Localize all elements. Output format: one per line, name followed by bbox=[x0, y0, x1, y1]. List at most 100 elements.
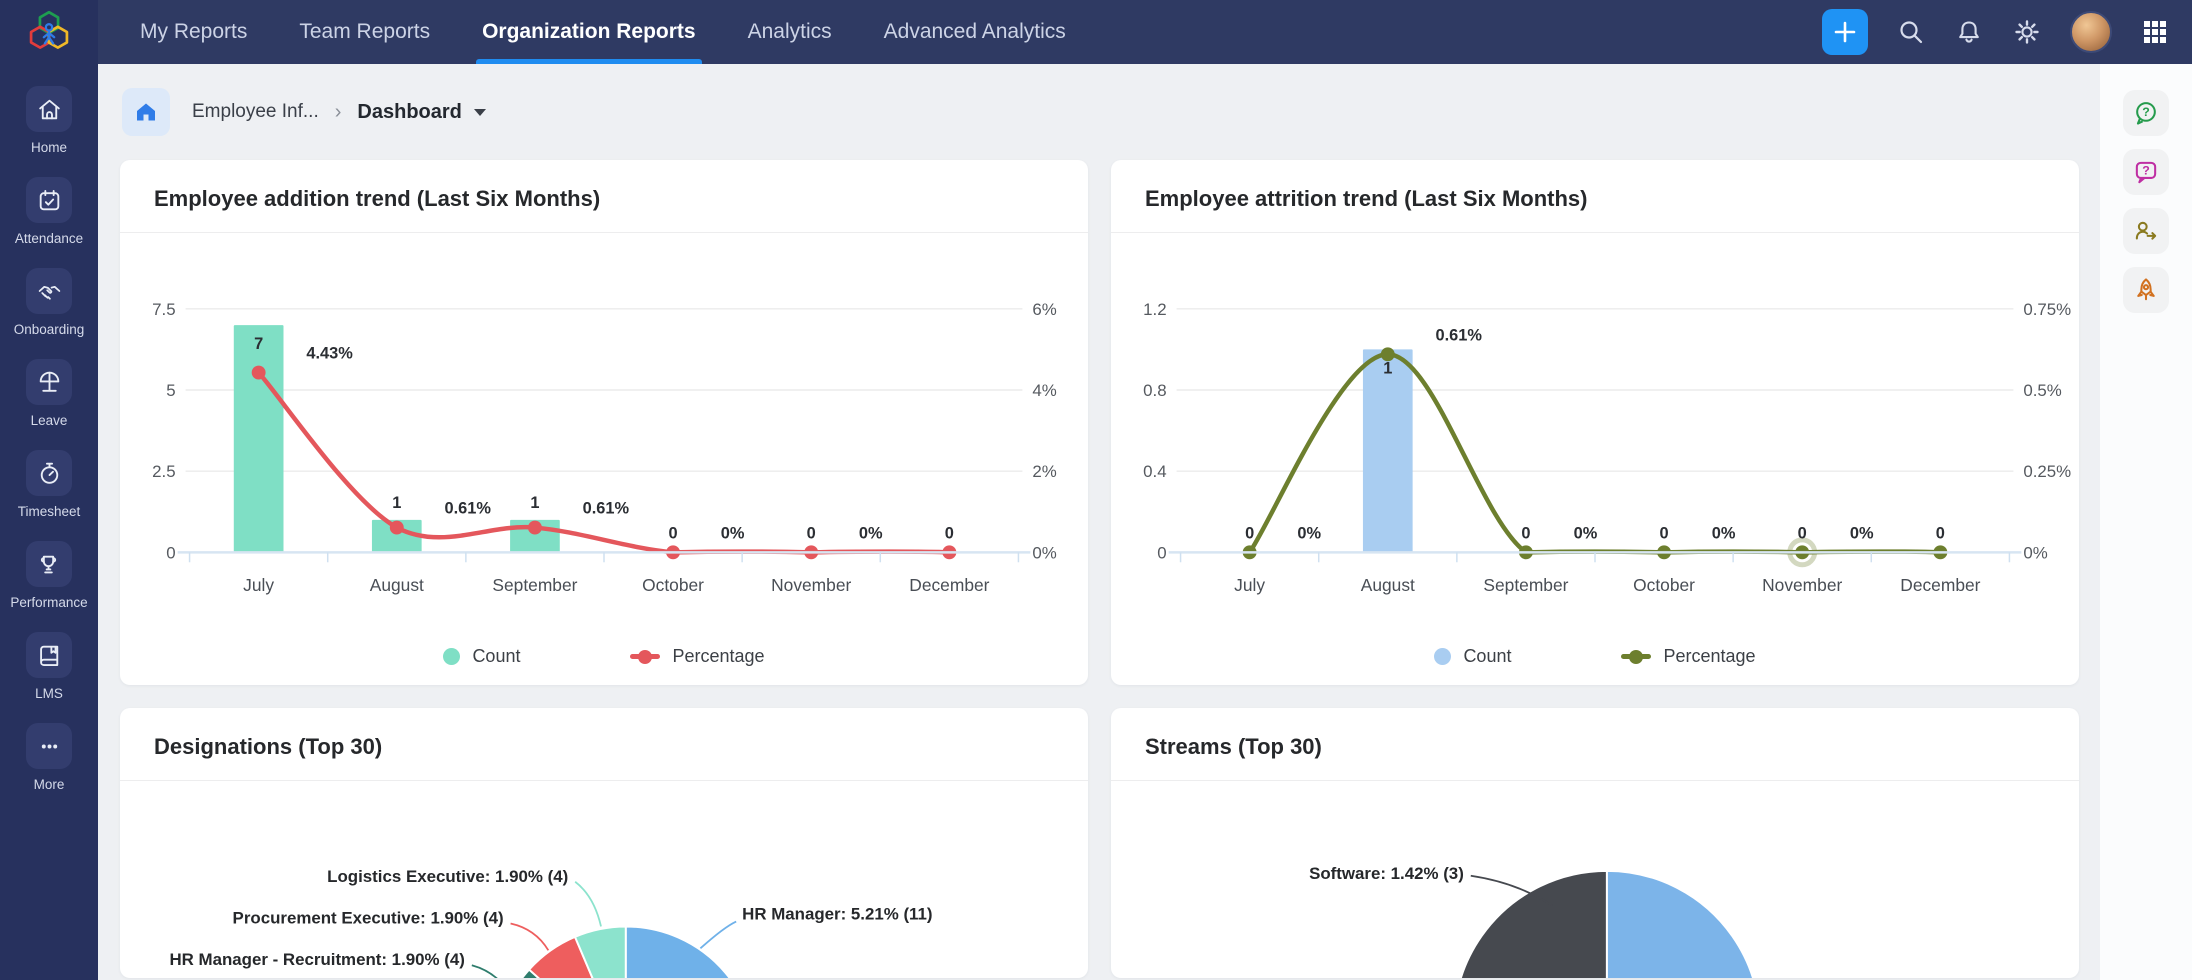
employee-attrition-chart[interactable]: 1.20.75%0.80.5%0.40.25%00%0100000%0.61%0… bbox=[1111, 260, 2079, 630]
divider bbox=[1111, 232, 2079, 233]
top-navbar: My Reports Team Reports Organization Rep… bbox=[0, 0, 2192, 64]
faq-button[interactable]: ? bbox=[2123, 149, 2169, 195]
svg-text:0.61%: 0.61% bbox=[444, 500, 491, 518]
svg-text:0%: 0% bbox=[721, 524, 745, 542]
search-button[interactable] bbox=[1896, 17, 1926, 47]
percentage-legend-swatch bbox=[630, 654, 660, 659]
svg-text:0.61%: 0.61% bbox=[583, 500, 630, 518]
referral-button[interactable] bbox=[2123, 208, 2169, 254]
svg-text:0%: 0% bbox=[1574, 524, 1598, 542]
pie-leader-line bbox=[472, 965, 511, 978]
designations-pie-chart[interactable]: HR Manager: 5.21% (11) Logistics Executiv… bbox=[120, 708, 1088, 978]
card-employee-attrition-trend: Employee attrition trend (Last Six Month… bbox=[1111, 160, 2079, 685]
svg-text:0.4: 0.4 bbox=[1143, 462, 1166, 481]
svg-text:4%: 4% bbox=[1032, 381, 1056, 400]
svg-text:6%: 6% bbox=[1032, 300, 1056, 319]
svg-text:2.5: 2.5 bbox=[152, 462, 175, 481]
line-marker-September[interactable] bbox=[528, 521, 542, 535]
svg-text:December: December bbox=[1900, 575, 1980, 595]
sidebar-item-more[interactable]: More bbox=[26, 723, 72, 792]
line-marker-August[interactable] bbox=[390, 521, 404, 535]
chart-legend: Count Percentage bbox=[120, 646, 1088, 667]
apps-launcher-button[interactable] bbox=[2140, 17, 2170, 47]
legend-count[interactable]: Count bbox=[443, 646, 520, 667]
chart-legend: Count Percentage bbox=[1111, 646, 2079, 667]
search-icon bbox=[1897, 18, 1925, 46]
ellipsis-icon bbox=[36, 733, 63, 760]
percentage-line bbox=[1250, 354, 1941, 552]
streams-pie-chart[interactable]: Software: 1.42% (3) bbox=[1111, 708, 2079, 978]
breadcrumb-module[interactable]: Employee Inf... bbox=[192, 101, 319, 123]
add-button[interactable] bbox=[1822, 9, 1868, 55]
count-legend-swatch bbox=[443, 648, 460, 665]
sidebar-label-attendance: Attendance bbox=[15, 231, 83, 246]
referral-icon bbox=[2132, 217, 2160, 245]
pie-label-Procurement Executive: Procurement Executive: 1.90% (4) bbox=[233, 909, 504, 928]
sidebar-label-performance: Performance bbox=[10, 595, 87, 610]
handshake-icon bbox=[36, 278, 63, 305]
card-designations: Designations (Top 30) HR Manager: 5.21% … bbox=[120, 708, 1088, 978]
sidebar-item-timesheet[interactable]: Timesheet bbox=[18, 450, 81, 519]
svg-text:0%: 0% bbox=[859, 524, 883, 542]
tab-team-reports[interactable]: Team Reports bbox=[299, 0, 430, 64]
legend-percentage[interactable]: Percentage bbox=[1621, 646, 1755, 667]
pie-label-HR Manager: HR Manager: 5.21% (11) bbox=[742, 905, 932, 924]
breadcrumb-home-button[interactable] bbox=[122, 88, 170, 136]
tab-analytics[interactable]: Analytics bbox=[748, 0, 832, 64]
legend-percentage-label: Percentage bbox=[672, 646, 764, 667]
sidebar-label-onboarding: Onboarding bbox=[14, 322, 85, 337]
svg-text:October: October bbox=[642, 575, 704, 595]
chevron-down-icon[interactable] bbox=[474, 109, 486, 116]
breadcrumb-page-dropdown[interactable]: Dashboard bbox=[357, 101, 461, 124]
home-icon bbox=[36, 96, 63, 123]
gear-icon bbox=[2013, 18, 2041, 46]
notifications-button[interactable] bbox=[1954, 17, 1984, 47]
svg-text:August: August bbox=[1361, 575, 1415, 595]
bar-July[interactable] bbox=[234, 325, 284, 552]
bar-August[interactable] bbox=[1363, 349, 1413, 552]
svg-text:0%: 0% bbox=[2023, 543, 2047, 562]
sidebar-item-home[interactable]: Home bbox=[26, 86, 72, 155]
pie-label-HR Manager - Recruitment: HR Manager - Recruitment: 1.90% (4) bbox=[169, 950, 464, 969]
svg-text:7: 7 bbox=[254, 335, 263, 353]
tab-my-reports[interactable]: My Reports bbox=[140, 0, 247, 64]
line-marker-July[interactable] bbox=[252, 366, 266, 380]
whats-new-button[interactable] bbox=[2123, 267, 2169, 313]
sidebar-item-lms[interactable]: LMS bbox=[26, 632, 72, 701]
svg-text:0.5%: 0.5% bbox=[2023, 381, 2061, 400]
tab-advanced-analytics[interactable]: Advanced Analytics bbox=[884, 0, 1066, 64]
pie-slice-unlabeled[interactable] bbox=[1607, 871, 1760, 978]
svg-text:0: 0 bbox=[669, 524, 678, 542]
svg-text:December: December bbox=[909, 575, 989, 595]
pie-slice-HR Manager[interactable] bbox=[626, 926, 756, 978]
legend-count[interactable]: Count bbox=[1434, 646, 1511, 667]
svg-text:1: 1 bbox=[392, 494, 401, 512]
app-logo[interactable] bbox=[0, 0, 98, 64]
svg-text:0: 0 bbox=[1936, 524, 1945, 542]
svg-text:?: ? bbox=[2142, 164, 2150, 178]
sidebar-item-leave[interactable]: Leave bbox=[26, 359, 72, 428]
tab-organization-reports[interactable]: Organization Reports bbox=[482, 0, 696, 64]
sidebar-label-more: More bbox=[34, 777, 65, 792]
svg-text:1.2: 1.2 bbox=[1143, 300, 1166, 319]
pie-slice-Software[interactable] bbox=[1454, 871, 1607, 978]
legend-percentage[interactable]: Percentage bbox=[630, 646, 764, 667]
employee-addition-chart[interactable]: 7.56%54%2.52%00%7110004.43%0.61%0.61%0%0… bbox=[120, 260, 1088, 630]
pie-label-Logistics Executive: Logistics Executive: 1.90% (4) bbox=[327, 867, 568, 886]
sidebar-item-onboarding[interactable]: Onboarding bbox=[14, 268, 85, 337]
svg-text:0: 0 bbox=[166, 543, 175, 562]
settings-button[interactable] bbox=[2012, 17, 2042, 47]
help-chat-icon: ? bbox=[2132, 99, 2160, 127]
percentage-line bbox=[259, 373, 950, 553]
svg-text:0: 0 bbox=[1157, 543, 1166, 562]
card-streams: Streams (Top 30) Software: 1.42% (3) bbox=[1111, 708, 2079, 978]
book-icon bbox=[36, 642, 63, 669]
breadcrumb: Employee Inf... › Dashboard bbox=[98, 64, 2100, 160]
help-chat-button[interactable]: ? bbox=[2123, 90, 2169, 136]
apps-grid-icon bbox=[2142, 19, 2168, 45]
sidebar-item-attendance[interactable]: Attendance bbox=[15, 177, 83, 246]
rocket-icon bbox=[2132, 276, 2160, 304]
sidebar-item-performance[interactable]: Performance bbox=[10, 541, 87, 610]
user-avatar[interactable] bbox=[2070, 11, 2112, 53]
divider bbox=[120, 232, 1088, 233]
